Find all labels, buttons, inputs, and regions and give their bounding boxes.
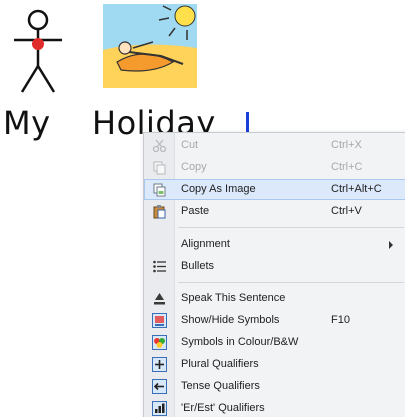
menu-item-shortcut: Ctrl+Alt+C: [331, 183, 382, 195]
menu-item-er-est-qualifiers[interactable]: 'Er/Est' Qualifiers: [144, 398, 405, 417]
bullets-icon: [153, 260, 166, 273]
beach-holiday-icon[interactable]: [103, 4, 197, 88]
speak-icon: [154, 293, 165, 305]
comparative-icon: [152, 401, 167, 416]
copy-icon: [153, 161, 166, 175]
tense-icon: [152, 379, 167, 394]
plural-icon: [152, 357, 167, 372]
menu-item-copy[interactable]: Copy Ctrl+C: [144, 157, 405, 178]
menu-item-alignment[interactable]: Alignment: [144, 234, 405, 255]
paste-icon: [153, 205, 166, 219]
menu-item-show-hide-symbols[interactable]: Show/Hide Symbols F10: [144, 310, 405, 331]
menu-item-label: Show/Hide Symbols: [181, 314, 280, 326]
menu-item-label: 'Er/Est' Qualifiers: [181, 402, 265, 414]
menu-item-copy-as-image[interactable]: Copy As Image Ctrl+Alt+C: [144, 179, 405, 200]
scissors-icon: [152, 139, 167, 153]
menu-item-label: Paste: [181, 205, 210, 217]
menu-item-shortcut: Ctrl+C: [331, 161, 363, 173]
symbols-toggle-icon: [152, 313, 167, 328]
menu-separator: [178, 282, 404, 283]
menu-item-shortcut: Ctrl+V: [331, 205, 362, 217]
menu-item-label: Speak This Sentence: [181, 292, 286, 304]
menu-item-tense-qualifiers[interactable]: Tense Qualifiers: [144, 376, 405, 397]
menu-item-shortcut: Ctrl+X: [331, 139, 362, 151]
document-area[interactable]: My Holiday Cut Ctrl+X Copy Ctrl+C Copy A…: [0, 0, 405, 417]
menu-item-label: Plural Qualifiers: [181, 358, 259, 370]
menu-item-label: Copy As Image: [181, 183, 256, 195]
menu-separator: [178, 227, 404, 228]
menu-item-plural-qualifiers[interactable]: Plural Qualifiers: [144, 354, 405, 375]
menu-item-label: Copy: [181, 161, 207, 173]
person-me-icon[interactable]: [8, 8, 68, 94]
menu-item-shortcut: F10: [331, 314, 350, 326]
menu-item-cut[interactable]: Cut Ctrl+X: [144, 135, 405, 156]
menu-item-bullets[interactable]: Bullets: [144, 256, 405, 277]
menu-item-paste[interactable]: Paste Ctrl+V: [144, 201, 405, 222]
menu-item-label: Bullets: [181, 260, 215, 272]
menu-item-symbols-colour[interactable]: Symbols in Colour/B&W: [144, 332, 405, 353]
context-menu: Cut Ctrl+X Copy Ctrl+C Copy As Image Ctr…: [143, 132, 405, 417]
word-my[interactable]: My: [3, 104, 51, 142]
menu-item-label: Cut: [181, 139, 199, 151]
submenu-arrow-icon: [389, 241, 393, 249]
colour-icon: [152, 335, 167, 350]
menu-item-label: Alignment: [181, 238, 230, 250]
menu-item-label: Tense Qualifiers: [181, 380, 260, 392]
menu-item-speak-sentence[interactable]: Speak This Sentence: [144, 288, 405, 309]
menu-item-label: Symbols in Colour/B&W: [181, 336, 299, 348]
copy-image-icon: [153, 183, 166, 197]
